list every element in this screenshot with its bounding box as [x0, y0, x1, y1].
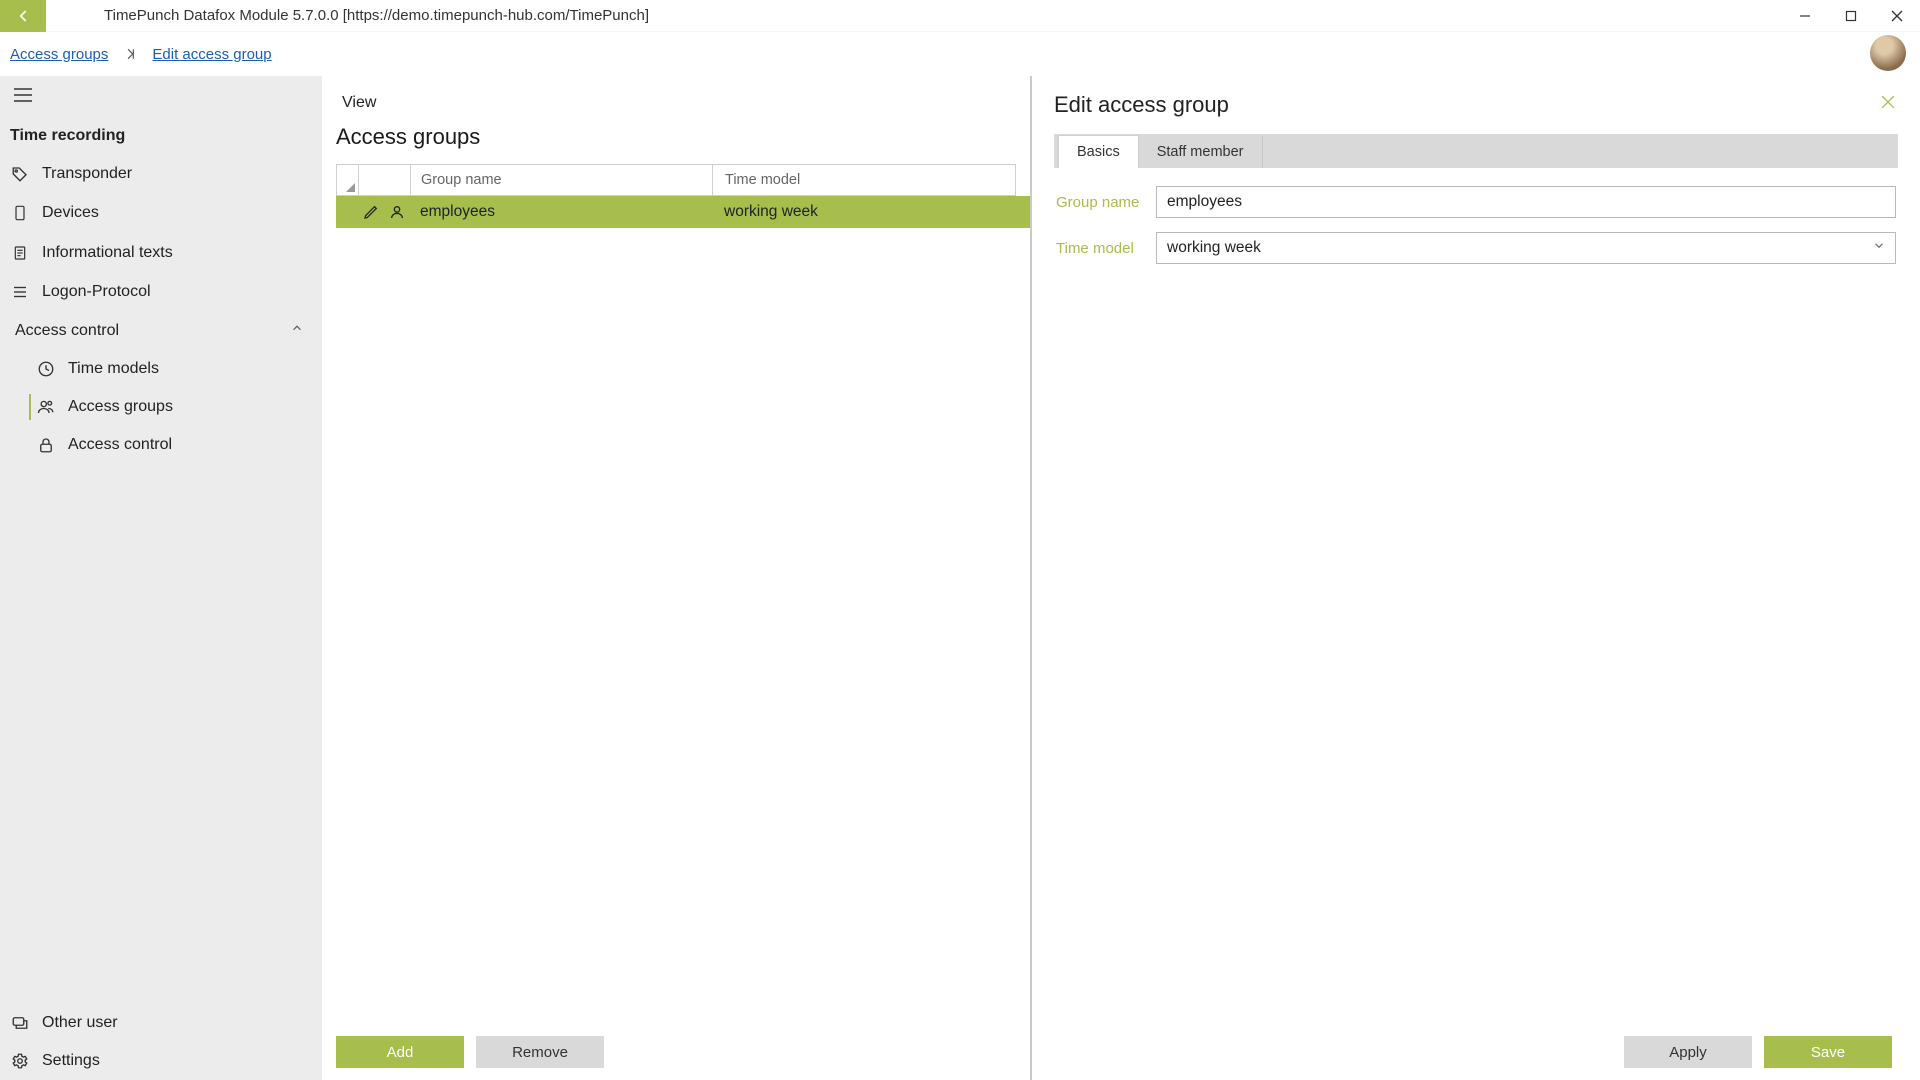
- grid-select-all[interactable]: [337, 165, 359, 195]
- breadcrumb-leaf[interactable]: Edit access group: [152, 46, 271, 63]
- switch-user-icon: [10, 1014, 30, 1032]
- list-panel: View Access groups Group name Time model…: [322, 76, 1032, 1080]
- close-panel-button[interactable]: [1878, 92, 1898, 118]
- gear-icon: [10, 1052, 30, 1070]
- sidebar-item-label: Informational texts: [42, 244, 173, 262]
- minimize-button[interactable]: [1782, 0, 1828, 32]
- maximize-button[interactable]: [1828, 0, 1874, 32]
- tab-basics[interactable]: Basics: [1058, 135, 1139, 168]
- grid-header: Group name Time model: [336, 164, 1016, 196]
- hamburger-icon: [14, 88, 32, 102]
- group-name-input[interactable]: [1156, 186, 1896, 218]
- tabbar: Basics Staff member: [1054, 134, 1898, 168]
- close-icon: [1891, 10, 1903, 22]
- grid-header-icons: [359, 165, 411, 195]
- sidebar-item-info-texts[interactable]: Informational texts: [0, 233, 322, 273]
- time-model-select[interactable]: working week: [1156, 232, 1896, 264]
- window-title: TimePunch Datafox Module 5.7.0.0 [https:…: [104, 7, 1782, 24]
- sidebar-item-label: Access control: [68, 436, 172, 454]
- tab-staff-member[interactable]: Staff member: [1139, 136, 1263, 168]
- avatar[interactable]: [1870, 35, 1906, 71]
- sidebar-item-time-models[interactable]: Time models: [0, 350, 322, 388]
- sidebar-item-label: Access control: [15, 322, 119, 340]
- sidebar-item-label: Transponder: [42, 165, 132, 183]
- detail-title: Edit access group: [1054, 92, 1229, 118]
- detail-panel: Edit access group Basics Staff member Gr…: [1032, 76, 1920, 1080]
- tag-icon: [10, 165, 30, 183]
- hamburger-button[interactable]: [0, 82, 40, 123]
- device-icon: [10, 203, 30, 223]
- sidebar-section-title: Time recording: [0, 123, 322, 155]
- label-group-name: Group name: [1056, 194, 1156, 211]
- breadcrumb-root[interactable]: Access groups: [10, 46, 108, 63]
- users-icon: [36, 398, 56, 416]
- sidebar-item-label: Time models: [68, 360, 159, 378]
- sidebar-item-label: Logon-Protocol: [42, 283, 151, 301]
- time-model-value: working week: [1167, 239, 1261, 257]
- apply-button[interactable]: Apply: [1624, 1036, 1752, 1068]
- grid-col-group[interactable]: Group name: [411, 165, 713, 195]
- sidebar-item-access-control[interactable]: Access control: [0, 311, 322, 350]
- label-time-model: Time model: [1056, 240, 1156, 257]
- sidebar-item-other-user[interactable]: Other user: [0, 1004, 322, 1042]
- sidebar-item-label: Devices: [42, 204, 99, 222]
- row-group-name: employees: [410, 203, 712, 221]
- close-button[interactable]: [1874, 0, 1920, 32]
- breadcrumb-separator-icon: [124, 47, 138, 61]
- edit-icon: [358, 204, 384, 220]
- list-title: Access groups: [322, 118, 1030, 164]
- clock-icon: [36, 360, 56, 378]
- sidebar-item-access-control-sub[interactable]: Access control: [0, 426, 322, 464]
- sidebar-item-label: Settings: [42, 1052, 100, 1070]
- maximize-icon: [1845, 10, 1857, 22]
- minimize-icon: [1799, 10, 1811, 22]
- table-row[interactable]: employees working week: [336, 196, 1030, 228]
- remove-button[interactable]: Remove: [476, 1036, 604, 1068]
- arrow-left-icon: [14, 7, 32, 25]
- sidebar: Time recording Transponder Devices Infor…: [0, 76, 322, 1080]
- list-icon: [10, 283, 30, 301]
- row-time-model: working week: [712, 203, 1030, 221]
- view-label: View: [322, 76, 1030, 118]
- sidebar-item-settings[interactable]: Settings: [0, 1042, 322, 1080]
- save-button[interactable]: Save: [1764, 1036, 1892, 1068]
- document-icon: [10, 243, 30, 263]
- add-button[interactable]: Add: [336, 1036, 464, 1068]
- close-icon: [1878, 92, 1898, 112]
- sidebar-item-transponder[interactable]: Transponder: [0, 155, 322, 193]
- back-button[interactable]: [0, 0, 46, 32]
- lock-icon: [36, 436, 56, 454]
- grid-col-time[interactable]: Time model: [713, 165, 1015, 195]
- sidebar-item-logon-protocol[interactable]: Logon-Protocol: [0, 273, 322, 311]
- chevron-up-icon: [290, 321, 304, 340]
- sidebar-item-label: Other user: [42, 1014, 118, 1032]
- sidebar-item-devices[interactable]: Devices: [0, 193, 322, 233]
- sidebar-item-access-groups[interactable]: Access groups: [0, 388, 322, 426]
- person-icon: [384, 204, 410, 220]
- sidebar-item-label: Access groups: [68, 398, 173, 416]
